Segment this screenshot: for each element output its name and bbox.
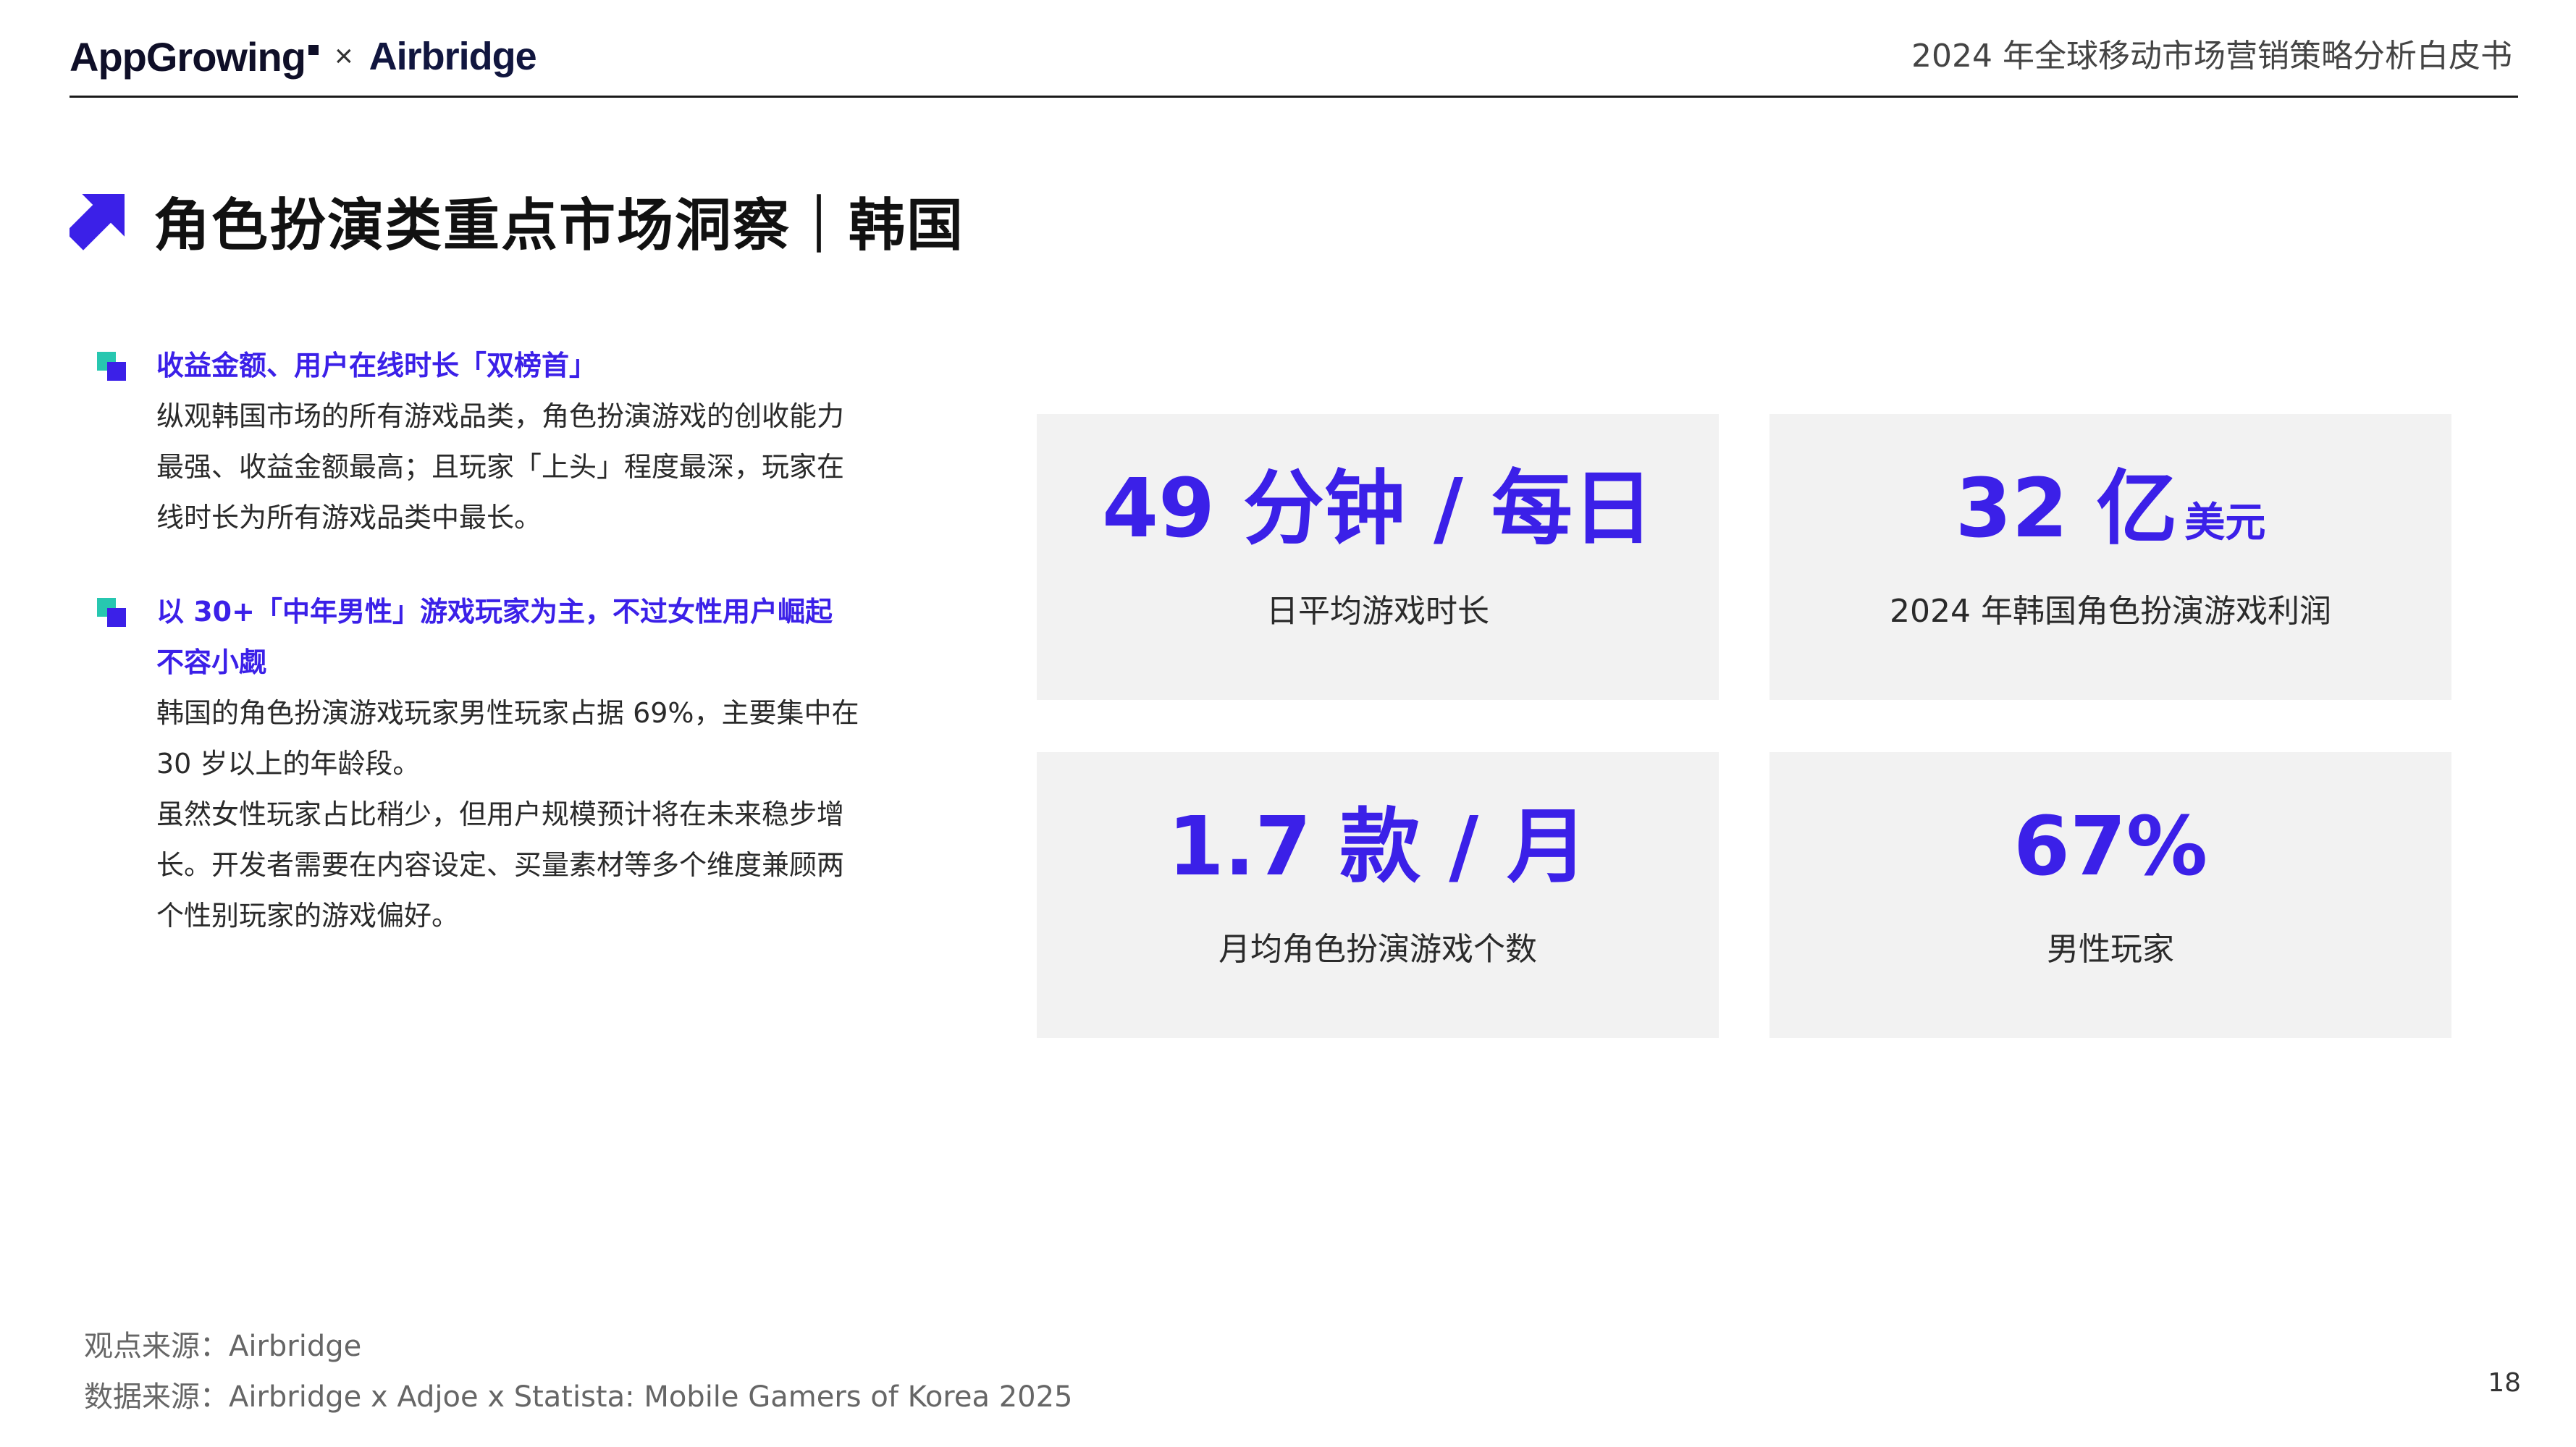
insight-heading-line: 不容小觑: [156, 646, 267, 678]
insight-body-line: 纵观韩国市场的所有游戏品类，角色扮演游戏的创收能力: [156, 400, 845, 432]
source-notes: 观点来源：Airbridge 数据来源：Airbridge x Adjoe x …: [84, 1321, 1073, 1422]
section-title: 角色扮演类重点市场洞察｜韩国: [153, 193, 965, 258]
stat-card-profit: 32 亿美元 2024 年韩国角色扮演游戏利润: [1769, 414, 2451, 700]
insight-body-line: 长。开发者需要在内容设定、买量素材等多个维度兼顾两: [156, 849, 845, 881]
stat-label: 日平均游戏时长: [1266, 593, 1489, 630]
insight-item: 以 30+「中年男性」游戏玩家为主，不过女性用户崛起 不容小觑 韩国的角色扮演游…: [94, 586, 912, 941]
appgrowing-logo: AppGrowing: [70, 33, 319, 80]
stat-value-text: 32 亿: [1955, 462, 2178, 556]
insight-list: 收益金额、用户在线时长「双榜首」 纵观韩国市场的所有游戏品类，角色扮演游戏的创收…: [94, 340, 912, 984]
stat-label: 月均角色扮演游戏个数: [1218, 931, 1537, 968]
stat-card-daily-playtime: 49 分钟 / 每日 日平均游戏时长: [1037, 414, 1719, 700]
appgrowing-logo-text: AppGrowing: [70, 33, 306, 80]
stat-value: 32 亿美元: [1769, 462, 2451, 570]
square-bullet-icon: [97, 598, 126, 627]
insight-body-line: 韩国的角色扮演游戏玩家男性玩家占据 69%，主要集中在: [156, 697, 859, 729]
brand-logos: AppGrowing × Airbridge: [70, 20, 537, 93]
insight-heading: 收益金额、用户在线时长「双榜首」: [156, 350, 597, 381]
insight-item: 收益金额、用户在线时长「双榜首」 纵观韩国市场的所有游戏品类，角色扮演游戏的创收…: [94, 340, 912, 543]
logo-dot-icon: [308, 44, 319, 55]
insight-heading-line: 以 30+「中年男性」游戏玩家为主，不过女性用户崛起: [156, 596, 833, 628]
insight-body-line: 线时长为所有游戏品类中最长。: [156, 502, 542, 533]
stat-label: 男性玩家: [2047, 931, 2174, 968]
page-header: AppGrowing × Airbridge 2024 年全球移动市场营销策略分…: [70, 20, 2518, 98]
opinion-source: 观点来源：Airbridge: [84, 1330, 362, 1363]
report-page: AppGrowing × Airbridge 2024 年全球移动市场营销策略分…: [0, 0, 2576, 1447]
insight-body-line: 虽然女性玩家占比稍少，但用户规模预计将在未来稳步增: [156, 798, 845, 830]
stat-value-text: 67%: [2013, 800, 2208, 894]
insight-body-line: 30 岁以上的年龄段。: [156, 748, 421, 780]
arrow-up-right-icon: [70, 194, 125, 250]
report-title: 2024 年全球移动市场营销策略分析白皮书: [1911, 38, 2512, 75]
stat-value: 67%: [1769, 800, 2451, 894]
stat-label: 2024 年韩国角色扮演游戏利润: [1890, 593, 2331, 630]
stat-value-text: 49 分钟 / 每日: [1102, 462, 1654, 556]
data-source: 数据来源：Airbridge x Adjoe x Statista: Mobil…: [84, 1380, 1073, 1414]
insight-body-line: 最强、收益金额最高；且玩家「上头」程度最深，玩家在: [156, 451, 845, 483]
insight-body-line: 个性别玩家的游戏偏好。: [156, 900, 460, 932]
airbridge-logo: Airbridge: [369, 35, 537, 78]
brand-separator: ×: [334, 38, 353, 74]
stat-value: 49 分钟 / 每日: [1037, 462, 1719, 556]
stat-unit: 美元: [2184, 499, 2266, 547]
square-bullet-icon: [97, 352, 126, 381]
page-number: 18: [2488, 1368, 2521, 1398]
stat-card-male-players: 67% 男性玩家: [1769, 752, 2451, 1038]
stat-value-text: 1.7 款 / 月: [1167, 800, 1588, 894]
stat-value: 1.7 款 / 月: [1037, 800, 1719, 894]
section-heading: 角色扮演类重点市场洞察｜韩国: [70, 181, 964, 261]
stat-card-monthly-games: 1.7 款 / 月 月均角色扮演游戏个数: [1037, 752, 1719, 1038]
